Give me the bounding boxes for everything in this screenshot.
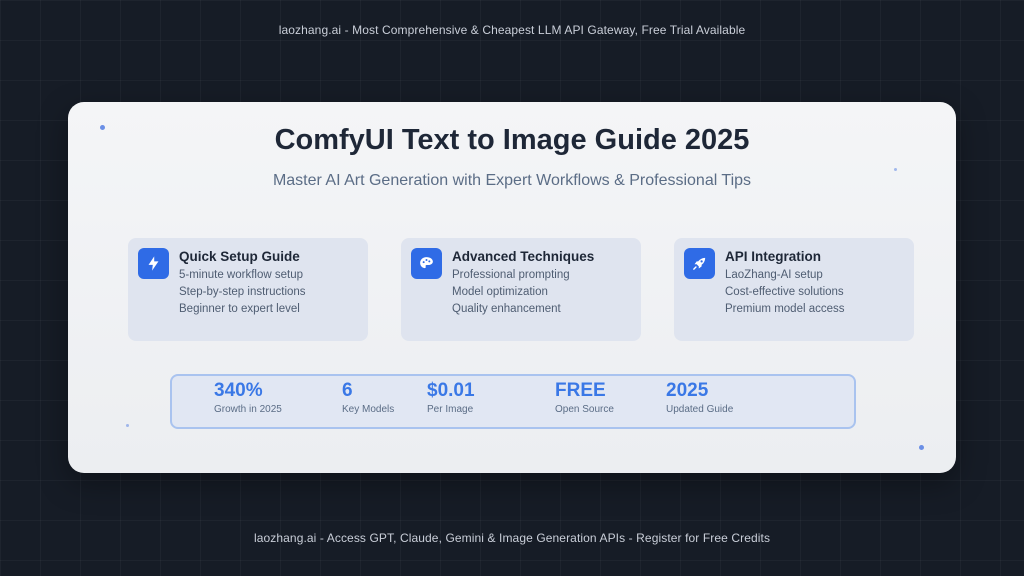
feature-card-api-integration: API Integration LaoZhang-AI setup Cost-e… — [674, 238, 914, 341]
stat-value: FREE — [555, 380, 606, 401]
stat-value: 340% — [214, 380, 263, 401]
feature-line: LaoZhang-AI setup — [725, 269, 823, 281]
feature-line: Cost-effective solutions — [725, 286, 844, 298]
stat-label: Updated Guide — [666, 404, 734, 415]
stat-growth: 340% Growth in 2025 — [214, 379, 282, 415]
stat-value: 6 — [342, 380, 353, 401]
stat-label: Key Models — [342, 404, 395, 415]
feature-card-advanced-techniques: Advanced Techniques Professional prompti… — [401, 238, 641, 341]
bottom-banner: laozhang.ai - Access GPT, Claude, Gemini… — [253, 531, 771, 545]
feature-line: Model optimization — [452, 286, 548, 298]
guide-card: ComfyUI Text to Image Guide 2025 Master … — [68, 102, 956, 473]
stat-value: $0.01 — [427, 380, 475, 401]
feature-line: 5-minute workflow setup — [179, 269, 303, 281]
page-title: ComfyUI Text to Image Guide 2025 — [274, 124, 750, 156]
lightning-icon — [138, 248, 169, 279]
palette-icon — [411, 248, 442, 279]
stats-bar: 340% Growth in 2025 6 Key Models $0.01 P… — [170, 374, 856, 429]
feature-title: Advanced Techniques — [452, 249, 595, 264]
feature-line: Step-by-step instructions — [179, 286, 306, 298]
stat-models: 6 Key Models — [342, 379, 394, 415]
feature-title: API Integration — [725, 249, 822, 264]
feature-line: Quality enhancement — [452, 303, 561, 315]
decorative-dot — [126, 424, 129, 427]
rocket-icon — [684, 248, 715, 279]
stat-value: 2025 — [666, 380, 709, 401]
stat-open-source: FREE Open Source — [555, 379, 614, 415]
decorative-dot — [894, 168, 897, 171]
feature-card-quick-setup: Quick Setup Guide 5-minute workflow setu… — [128, 238, 368, 341]
feature-line: Professional prompting — [452, 269, 570, 281]
decorative-dot — [919, 445, 924, 450]
feature-title: Quick Setup Guide — [179, 249, 300, 264]
top-banner: laozhang.ai - Most Comprehensive & Cheap… — [278, 23, 746, 37]
stat-label: Per Image — [427, 404, 474, 415]
stat-label: Growth in 2025 — [214, 404, 282, 415]
stat-label: Open Source — [555, 404, 614, 415]
feature-line: Beginner to expert level — [179, 303, 300, 315]
feature-line: Premium model access — [725, 303, 845, 315]
stat-updated: 2025 Updated Guide — [666, 379, 733, 415]
page-subtitle: Master AI Art Generation with Expert Wor… — [272, 172, 752, 189]
stat-price: $0.01 Per Image — [427, 379, 475, 415]
